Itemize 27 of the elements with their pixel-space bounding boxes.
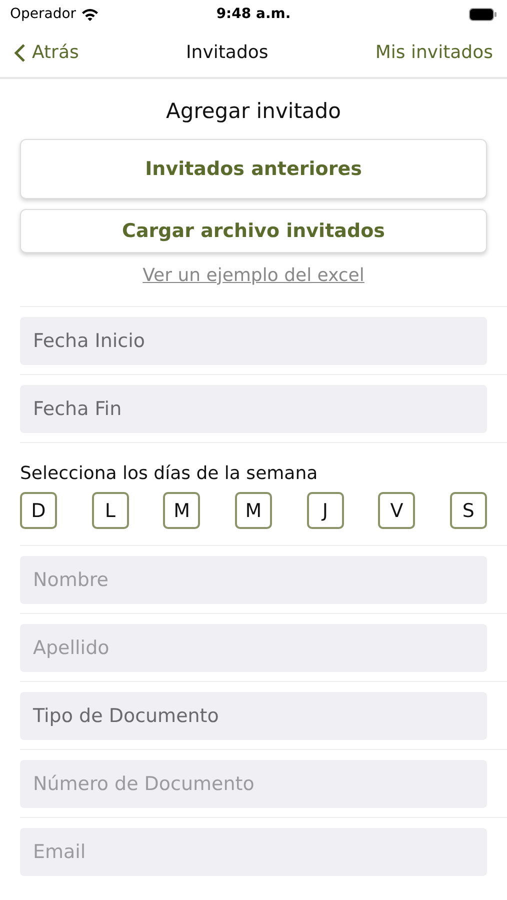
carrier-label: Operador bbox=[10, 6, 76, 22]
action-button[interactable]: Invitados anteriores bbox=[20, 139, 487, 199]
picker-field[interactable]: Fecha Fin bbox=[20, 385, 487, 433]
days-label: Selecciona los días de la semana bbox=[20, 463, 319, 484]
day-toggle[interactable]: M bbox=[163, 492, 200, 529]
input-field[interactable]: Número de Documento bbox=[20, 760, 487, 808]
wifi-icon bbox=[81, 8, 100, 20]
back-button[interactable]: Atrás bbox=[14, 42, 79, 63]
section-title: Agregar invitado bbox=[165, 99, 342, 123]
example-link[interactable]: Ver un ejemplo del excel bbox=[142, 265, 364, 286]
day-toggle[interactable]: S bbox=[450, 492, 487, 529]
picker-field[interactable]: Fecha Inicio bbox=[20, 317, 487, 365]
chevron-left-icon bbox=[14, 42, 26, 62]
day-toggle[interactable]: D bbox=[20, 492, 57, 529]
my-guests-button[interactable]: Mis invitados bbox=[375, 42, 493, 63]
day-toggle[interactable]: M bbox=[234, 492, 272, 529]
action-button[interactable]: Cargar archivo invitados bbox=[20, 209, 487, 253]
nav-title: Invitados bbox=[186, 42, 268, 63]
battery-icon bbox=[469, 8, 497, 20]
status-time: 9:48 a.m. bbox=[216, 6, 291, 22]
input-field[interactable]: Nombre bbox=[20, 556, 487, 604]
picker-field[interactable]: Tipo de Documento bbox=[20, 692, 487, 740]
input-field[interactable]: Email bbox=[20, 828, 487, 876]
day-toggle[interactable]: J bbox=[306, 492, 344, 529]
day-toggle[interactable]: L bbox=[92, 492, 129, 529]
input-field[interactable]: Apellido bbox=[20, 624, 487, 672]
day-toggle[interactable]: V bbox=[378, 492, 416, 529]
